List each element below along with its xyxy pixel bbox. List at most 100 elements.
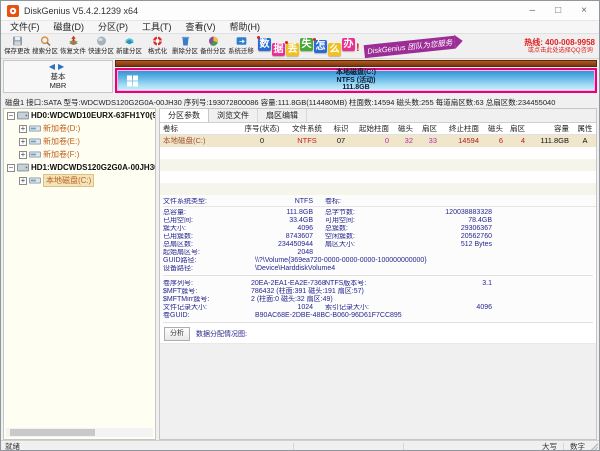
- ad-hotline: 热线: 400-008-9958: [524, 37, 595, 47]
- new-partition-button[interactable]: 新建分区: [115, 35, 143, 57]
- expand-icon[interactable]: [19, 137, 27, 146]
- volume-details: 卷序列号: 20EA-2EA1-EA2E-7368 NTFS版本号: 3.1 $MF…: [160, 277, 596, 321]
- disk-icon: [17, 111, 29, 120]
- close-button[interactable]: ×: [581, 5, 587, 16]
- partition-size: 111.8GB: [342, 84, 370, 92]
- volume-icon: [29, 151, 41, 158]
- ad-arrow: DiskGenius 团队为您服务: [363, 33, 464, 58]
- ad-tile: 丢: [285, 40, 299, 56]
- tree-item-volume-c[interactable]: 本地磁盘(C:): [4, 174, 155, 187]
- ad-tile: 怎: [313, 37, 327, 53]
- backup-partition-button[interactable]: 备份分区: [199, 35, 227, 57]
- format-button[interactable]: 格式化: [143, 35, 171, 57]
- empty-table-row: [160, 171, 596, 183]
- allocation-map-area: [160, 343, 596, 439]
- collapse-icon[interactable]: [7, 111, 15, 120]
- disk-graph-section: ◀▶ 基本 MBR 本地磁盘(C:) NTFS (活动) 111.8GB: [1, 59, 599, 94]
- empty-table-row: [160, 183, 596, 195]
- system-migration-button[interactable]: 系统迁移: [227, 35, 255, 57]
- tree-item-volume-e[interactable]: 新加卷(E:): [4, 135, 155, 148]
- expand-icon[interactable]: [19, 124, 27, 133]
- menu-partition[interactable]: 分区(P): [91, 21, 135, 34]
- tree-item-volume-f[interactable]: 新加卷(F:): [4, 148, 155, 161]
- volume-icon: [29, 125, 41, 132]
- ad-banner[interactable]: 数 据 丢 失 怎 么 办 ! DiskGenius 团队为您服务 热线: 40…: [255, 33, 599, 58]
- partition-table-header: 卷标 序号(状态) 文件系统 标识 起始柱面 磁头 扇区 终止柱面 磁头 扇区 …: [160, 123, 596, 135]
- disk-tree-panel: HD0:WDCWD10EURX-63FH1Y0(932G 新加卷(D:) 新加卷…: [3, 108, 156, 440]
- table-row-local-disk-c[interactable]: 本地磁盘(C:) 0 NTFS 07 0 32 33 14594 6 4 111…: [160, 135, 596, 147]
- analysis-section: 分析 数据分配情况图:: [160, 324, 596, 341]
- disk-overview-strip[interactable]: [115, 60, 597, 67]
- windows-logo-icon: [127, 75, 138, 86]
- format-icon: [152, 36, 162, 46]
- menu-help[interactable]: 帮助(H): [223, 21, 268, 34]
- save-icon: [12, 36, 22, 46]
- prev-disk-arrow[interactable]: ◀: [49, 62, 58, 71]
- tree-item-hd1[interactable]: HD1:WDCWDS120G2G0A-00JH30(11: [4, 161, 155, 174]
- menu-disk[interactable]: 磁盘(D): [47, 21, 92, 34]
- section-divider: [163, 275, 593, 276]
- status-divider: [293, 443, 294, 450]
- status-divider: [403, 443, 404, 450]
- quick-partition-button[interactable]: 快速分区: [87, 35, 115, 57]
- expand-icon[interactable]: [19, 176, 27, 185]
- menu-tools[interactable]: 工具(T): [135, 21, 179, 34]
- main-area: HD0:WDCWD10EURX-63FH1Y0(932G 新加卷(D:) 新加卷…: [1, 108, 599, 440]
- volume-icon: [29, 138, 41, 145]
- menu-file[interactable]: 文件(F): [3, 21, 47, 34]
- section-divider: [163, 322, 593, 323]
- allocation-map-label: 数据分配情况图:: [196, 330, 247, 338]
- status-ready: 就绪: [5, 442, 20, 451]
- maximize-button[interactable]: □: [555, 5, 561, 16]
- delete-partition-button[interactable]: 删除分区: [171, 35, 199, 57]
- status-capslock: 大写: [542, 442, 557, 451]
- ad-tile: 失: [300, 37, 313, 51]
- arrow-right-icon: [454, 33, 464, 49]
- tab-browse-files[interactable]: 浏览文件: [209, 109, 258, 122]
- disk-partition-graph: 本地磁盘(C:) NTFS (活动) 111.8GB: [115, 60, 597, 93]
- minimize-button[interactable]: –: [530, 5, 536, 16]
- tree-horizontal-scrollbar[interactable]: [6, 428, 153, 437]
- partition-table-type: 基本: [50, 72, 66, 81]
- app-icon: [7, 4, 19, 17]
- partition-c-bar[interactable]: 本地磁盘(C:) NTFS (活动) 111.8GB: [115, 68, 597, 93]
- system-migration-icon: [236, 37, 246, 45]
- expand-icon[interactable]: [19, 150, 27, 159]
- ad-tile: 数: [257, 35, 271, 51]
- delete-partition-icon: [181, 36, 189, 46]
- tree-item-volume-d[interactable]: 新加卷(D:): [4, 122, 155, 135]
- status-divider: [563, 442, 564, 450]
- disk-nav-box: ◀▶ 基本 MBR: [3, 60, 113, 93]
- resize-grip[interactable]: [590, 443, 598, 450]
- status-numlock: 数字: [570, 442, 585, 451]
- next-disk-arrow[interactable]: ▶: [58, 62, 67, 71]
- recover-files-icon: [68, 35, 78, 46]
- tab-sector-edit[interactable]: 扇区编辑: [258, 109, 307, 122]
- title-bar: DiskGenius V5.4.2.1239 x64 – □ ×: [1, 1, 599, 21]
- save-changes-button[interactable]: 保存更改: [3, 35, 31, 57]
- ad-contact[interactable]: 热线: 400-008-9958 或点击此处选择QQ咨询: [524, 38, 599, 55]
- menu-view[interactable]: 查看(V): [179, 21, 223, 34]
- ad-qq-link[interactable]: 或点击此处选择QQ咨询: [526, 47, 593, 55]
- scrollbar-thumb[interactable]: [10, 429, 96, 436]
- menu-bar: 文件(F) 磁盘(D) 分区(P) 工具(T) 查看(V) 帮助(H): [1, 21, 599, 34]
- ad-tile: 么: [328, 42, 341, 56]
- empty-table-row: [160, 159, 596, 171]
- quick-partition-icon: [96, 36, 106, 46]
- volume-icon: [29, 177, 41, 184]
- partition-name: 本地磁盘(C:): [335, 69, 377, 77]
- partition-fs: NTFS (活动): [336, 76, 376, 84]
- tab-partition-params[interactable]: 分区参数: [160, 109, 209, 122]
- tree-item-hd0[interactable]: HD0:WDCWD10EURX-63FH1Y0(932G: [4, 109, 155, 122]
- ad-exclaim: !: [356, 42, 360, 54]
- recover-files-button[interactable]: 恢复文件: [59, 35, 87, 57]
- partition-table-style: MBR: [49, 81, 67, 90]
- collapse-icon[interactable]: [7, 163, 15, 172]
- filesystem-details: 文件系统类型: NTFS 卷标: 总容量: 111.8GB 总字节数: 1200388…: [160, 195, 596, 274]
- empty-table-row: [160, 147, 596, 159]
- window-title: DiskGenius V5.4.2.1239 x64: [24, 5, 139, 16]
- ad-slogan: DiskGenius 团队为您服务: [363, 35, 456, 58]
- toolbar: 保存更改 搜索分区 恢复文件 快速分区 新建分区 格式化 删除分区 备份分区 系…: [1, 33, 599, 59]
- analyze-button[interactable]: 分析: [164, 326, 190, 341]
- search-partition-button[interactable]: 搜索分区: [31, 35, 59, 57]
